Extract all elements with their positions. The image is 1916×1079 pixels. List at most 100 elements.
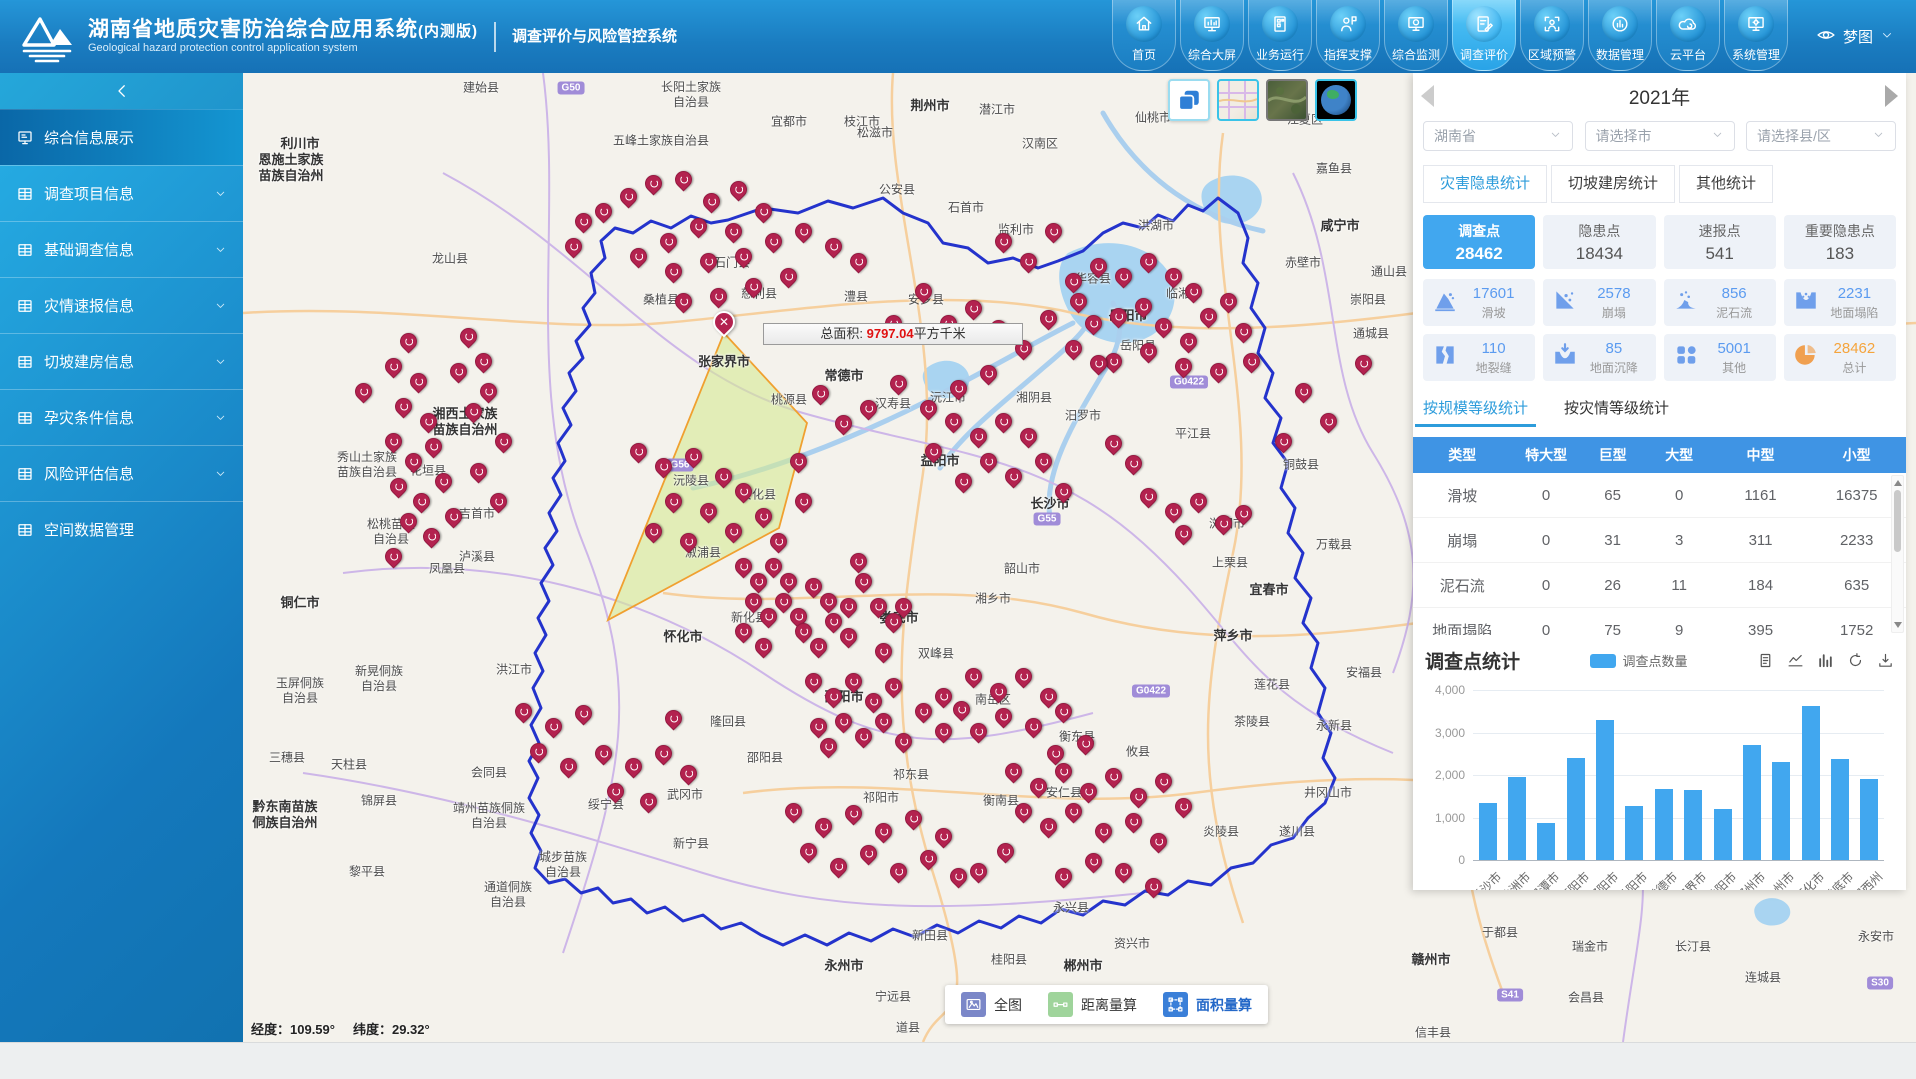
hazard-card-地面沉降[interactable]: 85地面沉降 bbox=[1543, 334, 1655, 381]
stat-tabs: 灾害隐患统计切坡建房统计其他统计 bbox=[1413, 157, 1906, 203]
year-next-button[interactable] bbox=[1885, 85, 1898, 107]
subtab-按灾情等级统计[interactable]: 按灾情等级统计 bbox=[1564, 397, 1669, 427]
sidebar-item-基础调查信息[interactable]: 基础调查信息 bbox=[0, 221, 243, 277]
summary-card-速报点[interactable]: 速报点541 bbox=[1664, 215, 1776, 269]
nav-item-数据管理[interactable]: 数据管理 bbox=[1588, 0, 1652, 71]
bar-郴州市[interactable] bbox=[1743, 745, 1761, 860]
sidebar-item-灾情速报信息[interactable]: 灾情速报信息 bbox=[0, 277, 243, 333]
app-logo-icon bbox=[16, 11, 78, 63]
command-icon bbox=[1330, 6, 1366, 42]
nav-item-综合大屏[interactable]: 综合大屏 bbox=[1180, 0, 1244, 71]
nav-item-综合监测[interactable]: 综合监测 bbox=[1384, 0, 1448, 71]
bar-衡阳市[interactable] bbox=[1567, 758, 1585, 860]
scrollbar-thumb[interactable] bbox=[1894, 490, 1901, 552]
table-col-特大型: 特大型 bbox=[1512, 445, 1581, 465]
sidebar-item-空间数据管理[interactable]: 空间数据管理 bbox=[0, 501, 243, 557]
cloud-icon bbox=[1670, 6, 1706, 42]
barchart-icon[interactable] bbox=[1817, 652, 1834, 669]
measure-tool-面积量算[interactable]: 面积量算 bbox=[1163, 992, 1252, 1017]
scroll-down-icon[interactable] bbox=[1894, 622, 1902, 628]
satellite-basemap-thumbnail[interactable] bbox=[1266, 79, 1308, 121]
region-select-1[interactable]: 请选择市 bbox=[1585, 121, 1735, 151]
collapse-icon bbox=[1793, 287, 1819, 318]
bar-娄底市[interactable] bbox=[1831, 759, 1849, 860]
nav-item-云平台[interactable]: 云平台 bbox=[1656, 0, 1720, 71]
hazard-card-总计[interactable]: 28462总计 bbox=[1784, 334, 1896, 381]
hazard-card-地面塌陷[interactable]: 2231地面塌陷 bbox=[1784, 279, 1896, 326]
subtab-按规模等级统计[interactable]: 按规模等级统计 bbox=[1423, 397, 1528, 427]
sidebar-item-风险评估信息[interactable]: 风险评估信息 bbox=[0, 445, 243, 501]
refresh-icon[interactable] bbox=[1847, 652, 1864, 669]
chevron-down-icon bbox=[214, 299, 227, 312]
summary-card-重要隐患点[interactable]: 重要隐患点183 bbox=[1784, 215, 1896, 269]
chevron-down-icon bbox=[1872, 128, 1885, 144]
bar-永州市[interactable] bbox=[1772, 762, 1790, 860]
chevron-down-icon bbox=[1880, 28, 1894, 46]
year-label: 2021年 bbox=[1629, 83, 1690, 110]
linechart-icon[interactable] bbox=[1787, 652, 1804, 669]
region-select-2[interactable]: 请选择县/区 bbox=[1746, 121, 1896, 151]
hazard-card-其他[interactable]: 5001其他 bbox=[1664, 334, 1776, 381]
hazard-type-cards: 17601滑坡2578崩塌856泥石流2231地面塌陷 110地裂缝85地面沉降5… bbox=[1413, 269, 1906, 381]
bar-邵阳市[interactable] bbox=[1596, 720, 1614, 860]
layers-toggle-button[interactable] bbox=[1168, 79, 1210, 121]
nav-item-系统管理[interactable]: 系统管理 bbox=[1724, 0, 1788, 71]
bar-张家界市[interactable] bbox=[1684, 790, 1702, 860]
globe-basemap-thumbnail[interactable] bbox=[1315, 79, 1357, 121]
sidebar-collapse-button[interactable] bbox=[0, 73, 243, 109]
sidebar-item-切坡建房信息[interactable]: 切坡建房信息 bbox=[0, 333, 243, 389]
nav-item-区域预警[interactable]: 区域预警 bbox=[1520, 0, 1584, 71]
summary-card-调查点[interactable]: 调查点28462 bbox=[1423, 215, 1535, 269]
x-axis-label: 长沙市 bbox=[1467, 868, 1504, 890]
sidebar-item-孕灾条件信息[interactable]: 孕灾条件信息 bbox=[0, 389, 243, 445]
bar-益阳市[interactable] bbox=[1714, 809, 1732, 860]
table-subtabs: 按规模等级统计 按灾情等级统计 bbox=[1413, 381, 1906, 427]
legend-label: 调查点数量 bbox=[1623, 651, 1688, 670]
tab-切坡建房统计[interactable]: 切坡建房统计 bbox=[1551, 165, 1675, 203]
hazard-card-崩塌[interactable]: 2578崩塌 bbox=[1543, 279, 1655, 326]
business-icon bbox=[1262, 6, 1298, 42]
measure-tool-全图[interactable]: 全图 bbox=[961, 992, 1022, 1017]
table-scrollbar[interactable] bbox=[1891, 475, 1904, 633]
bar-怀化市[interactable] bbox=[1802, 706, 1820, 860]
nav-item-指挥支撑[interactable]: 指挥支撑 bbox=[1316, 0, 1380, 71]
user-name: 梦图 bbox=[1843, 26, 1873, 47]
chart-gridline bbox=[1473, 818, 1884, 819]
grid-icon bbox=[16, 297, 34, 315]
bar-常德市[interactable] bbox=[1655, 789, 1673, 860]
scale-level-table: 类型特大型巨型大型中型小型 滑坡0650116116375崩塌031331122… bbox=[1413, 437, 1906, 635]
hazard-card-地裂缝[interactable]: 110地裂缝 bbox=[1423, 334, 1535, 381]
bar-湘潭市[interactable] bbox=[1537, 823, 1555, 860]
region-select-0[interactable]: 湖南省 bbox=[1423, 121, 1573, 151]
street-basemap-thumbnail[interactable] bbox=[1217, 79, 1259, 121]
nav-item-首页[interactable]: 首页 bbox=[1112, 0, 1176, 71]
bar-岳阳市[interactable] bbox=[1625, 806, 1643, 860]
sidebar-item-综合信息展示[interactable]: 综合信息展示 bbox=[0, 109, 243, 165]
download-icon[interactable] bbox=[1877, 652, 1894, 669]
table-col-小型: 小型 bbox=[1807, 445, 1906, 465]
sidebar: 综合信息展示调查项目信息基础调查信息灾情速报信息切坡建房信息孕灾条件信息风险评估… bbox=[0, 73, 243, 1042]
grid-icon bbox=[16, 409, 34, 427]
nav-item-业务运行[interactable]: 业务运行 bbox=[1248, 0, 1312, 71]
bar-湘西州[interactable] bbox=[1860, 779, 1878, 860]
hazard-card-泥石流[interactable]: 856泥石流 bbox=[1664, 279, 1776, 326]
user-menu[interactable]: 梦图 bbox=[1816, 25, 1894, 49]
bar-株洲市[interactable] bbox=[1508, 777, 1526, 860]
sidebar-item-调查项目信息[interactable]: 调查项目信息 bbox=[0, 165, 243, 221]
tab-其他统计[interactable]: 其他统计 bbox=[1679, 165, 1773, 203]
area-icon bbox=[1163, 992, 1188, 1017]
module-title: 调查评价与风险管控系统 bbox=[494, 22, 677, 52]
chart-toolbar bbox=[1757, 652, 1894, 669]
table-header: 类型特大型巨型大型中型小型 bbox=[1413, 437, 1906, 473]
hazard-card-滑坡[interactable]: 17601滑坡 bbox=[1423, 279, 1535, 326]
chevron-down-icon bbox=[214, 187, 227, 200]
fullmap-icon bbox=[961, 992, 986, 1017]
year-prev-button[interactable] bbox=[1421, 85, 1434, 107]
tab-灾害隐患统计[interactable]: 灾害隐患统计 bbox=[1423, 165, 1547, 203]
nav-item-调查评价[interactable]: 调查评价 bbox=[1452, 0, 1516, 71]
summary-card-隐患点[interactable]: 隐患点18434 bbox=[1543, 215, 1655, 269]
scroll-up-icon[interactable] bbox=[1894, 480, 1902, 486]
measure-tool-距离量算[interactable]: 距离量算 bbox=[1048, 992, 1137, 1017]
dataview-icon[interactable] bbox=[1757, 652, 1774, 669]
bar-长沙市[interactable] bbox=[1479, 803, 1497, 860]
